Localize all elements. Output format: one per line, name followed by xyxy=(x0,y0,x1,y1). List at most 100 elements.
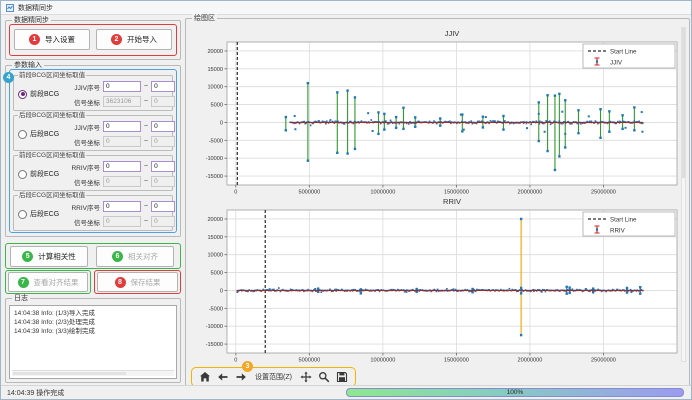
信号坐标-to-field[interactable]: 0 xyxy=(151,176,175,187)
param-row: JJIV序号0~0 xyxy=(66,81,175,92)
radio-label: 前段ECG xyxy=(30,169,59,179)
calc-correlation-button[interactable]: 5 计算相关性 xyxy=(10,246,88,267)
信号坐标-to-field[interactable]: 0 xyxy=(151,96,175,107)
log-line: 14:04:38 Info: (1/3)导入完成 xyxy=(14,309,172,318)
svg-text:20000: 20000 xyxy=(207,49,223,55)
JJIV序号-to-field[interactable]: 0 xyxy=(151,81,175,92)
log-group-label: 日志 xyxy=(12,294,30,303)
start-import-button[interactable]: 2 开始导入 xyxy=(96,29,172,50)
param-section-1: 后段BCG区间坐标取值后段BCGJJIV序号0~0信号坐标0~0 xyxy=(13,115,173,151)
log-horizontal-scrollbar[interactable] xyxy=(12,370,174,376)
svg-text:20000000: 20000000 xyxy=(517,358,542,364)
RRIV序号-to-field[interactable]: 0 xyxy=(151,161,175,172)
correlation-align-button[interactable]: 6 相关对齐 xyxy=(96,246,174,267)
svg-text:Start Line: Start Line xyxy=(610,49,637,56)
svg-text:10000: 10000 xyxy=(207,85,223,91)
progress-bar: 100% xyxy=(346,388,684,397)
field-label: 信号坐标 xyxy=(66,137,100,147)
param-section-2: 前段ECG区间坐标取值前段ECG RRIV序号0~0 信号坐标0~0 xyxy=(13,155,173,191)
svg-text:-15000: -15000 xyxy=(206,342,223,348)
field-label: RRIV序号 xyxy=(66,202,100,212)
log-line: 14:04:38 Info: (2/3)处理完成 xyxy=(14,318,172,327)
信号坐标-to-field[interactable]: 0 xyxy=(151,136,175,147)
step-badge-6: 6 xyxy=(112,251,123,262)
radio-circle[interactable] xyxy=(18,210,27,219)
calc-correlation-label: 计算相关性 xyxy=(38,251,76,262)
svg-text:-10000: -10000 xyxy=(206,156,223,162)
rriv-chart: 0500000010000000150000002000000025000000… xyxy=(191,195,681,363)
view-align-result-button[interactable]: 7 查看对齐结果 xyxy=(8,272,88,292)
field-label: 信号坐标 xyxy=(66,217,100,227)
信号坐标-to-field[interactable]: 0 xyxy=(151,216,175,227)
log-scroll-thumb[interactable] xyxy=(13,372,126,375)
app-icon xyxy=(6,4,14,12)
step-badge-7: 7 xyxy=(18,277,29,288)
param-row: RRIV序号0~0 xyxy=(66,161,175,172)
radio-前段ECG[interactable]: 前段ECG xyxy=(18,169,59,179)
range-separator: ~ xyxy=(144,138,148,145)
svg-text:15000: 15000 xyxy=(207,235,223,241)
radio-后段BCG[interactable]: 后段BCG xyxy=(18,129,59,139)
信号坐标-from-field[interactable]: 0 xyxy=(103,136,141,147)
radio-circle[interactable] xyxy=(18,170,27,179)
svg-text:15000: 15000 xyxy=(207,67,223,73)
信号坐标-from-field[interactable]: 0 xyxy=(103,176,141,187)
信号坐标-from-field[interactable]: 3623106 xyxy=(103,96,141,107)
save-icon[interactable] xyxy=(336,371,348,383)
back-arrow-icon[interactable] xyxy=(217,371,229,383)
svg-text:10000: 10000 xyxy=(207,253,223,259)
field-label: 信号坐标 xyxy=(66,97,100,107)
step-badge-1: 1 xyxy=(29,34,40,45)
radio-circle[interactable] xyxy=(18,130,27,139)
log-groupbox: 日志 14:04:38 Info: (1/3)导入完成14:04:38 Info… xyxy=(5,298,181,383)
信号坐标-from-field[interactable]: 0 xyxy=(103,216,141,227)
save-result-label: 保存结果 xyxy=(131,277,161,288)
home-icon[interactable] xyxy=(199,371,211,383)
log-list[interactable]: 14:04:38 Info: (1/3)导入完成14:04:38 Info: (… xyxy=(9,305,177,379)
svg-text:Start Line: Start Line xyxy=(610,217,637,224)
svg-text:20000: 20000 xyxy=(207,217,223,223)
forward-arrow-icon[interactable] xyxy=(235,371,247,383)
zoom-icon[interactable] xyxy=(318,371,330,383)
range-separator: ~ xyxy=(144,163,148,170)
log-line: 14:04:39 Info: (3/3)绘制完成 xyxy=(14,327,172,336)
range-separator: ~ xyxy=(144,203,148,210)
radio-前段BCG[interactable]: 前段BCG xyxy=(18,89,59,99)
params-groupbox: 参数输入 4 前段BCG区间坐标取值前段BCGJJIV序号0~0信号坐标3623… xyxy=(5,65,181,237)
RRIV序号-from-field[interactable]: 0 xyxy=(103,201,141,212)
param-section-3: 后段ECG区间坐标取值后段ECGRRIV序号0~0信号坐标0~0 xyxy=(13,195,173,231)
svg-text:-5000: -5000 xyxy=(209,138,223,144)
param-row: JJIV序号0~0 xyxy=(66,121,175,132)
param-section-label: 前段BCG区间坐标取值 xyxy=(18,72,86,80)
step-badge-5: 5 xyxy=(22,251,33,262)
window-title: 数据精同步 xyxy=(18,3,53,13)
JJIV序号-to-field[interactable]: 0 xyxy=(151,121,175,132)
set-range-button[interactable]: 设置范围(Z) xyxy=(253,371,294,383)
import-settings-label: 导入设置 xyxy=(45,34,75,45)
svg-text:0: 0 xyxy=(220,288,223,294)
params-annotation-box: 4 前段BCG区间坐标取值前段BCGJJIV序号0~0信号坐标3623106~0… xyxy=(9,69,177,233)
RRIV序号-from-field[interactable]: 0 xyxy=(103,161,141,172)
svg-text:RRIV: RRIV xyxy=(443,197,461,206)
range-separator: ~ xyxy=(144,218,148,225)
field-label: JJIV序号 xyxy=(66,82,100,92)
svg-text:JJIV: JJIV xyxy=(445,29,460,38)
plot-vertical-scrollbar[interactable] xyxy=(681,27,686,362)
plot-scroll-thumb[interactable] xyxy=(682,28,685,178)
svg-text:10000000: 10000000 xyxy=(370,358,395,364)
radio-circle[interactable] xyxy=(18,90,27,99)
import-settings-button[interactable]: 1 导入设置 xyxy=(14,29,90,50)
param-row: 信号坐标0~0 xyxy=(66,176,175,187)
save-result-button[interactable]: 8 保存结果 xyxy=(97,272,178,292)
step-badge-3: 3 xyxy=(242,361,253,372)
param-row: 信号坐标0~0 xyxy=(66,136,175,147)
JJIV序号-from-field[interactable]: 0 xyxy=(103,121,141,132)
pan-icon[interactable] xyxy=(300,371,312,383)
status-message: 14:04:39 操作完成 xyxy=(7,388,64,398)
JJIV序号-from-field[interactable]: 0 xyxy=(103,81,141,92)
svg-text:5000: 5000 xyxy=(211,103,223,109)
radio-后段ECG[interactable]: 后段ECG xyxy=(18,209,59,219)
param-section-label: 后段BCG区间坐标取值 xyxy=(18,112,86,120)
RRIV序号-to-field[interactable]: 0 xyxy=(151,201,175,212)
param-section-label: 前段ECG区间坐标取值 xyxy=(18,152,86,160)
